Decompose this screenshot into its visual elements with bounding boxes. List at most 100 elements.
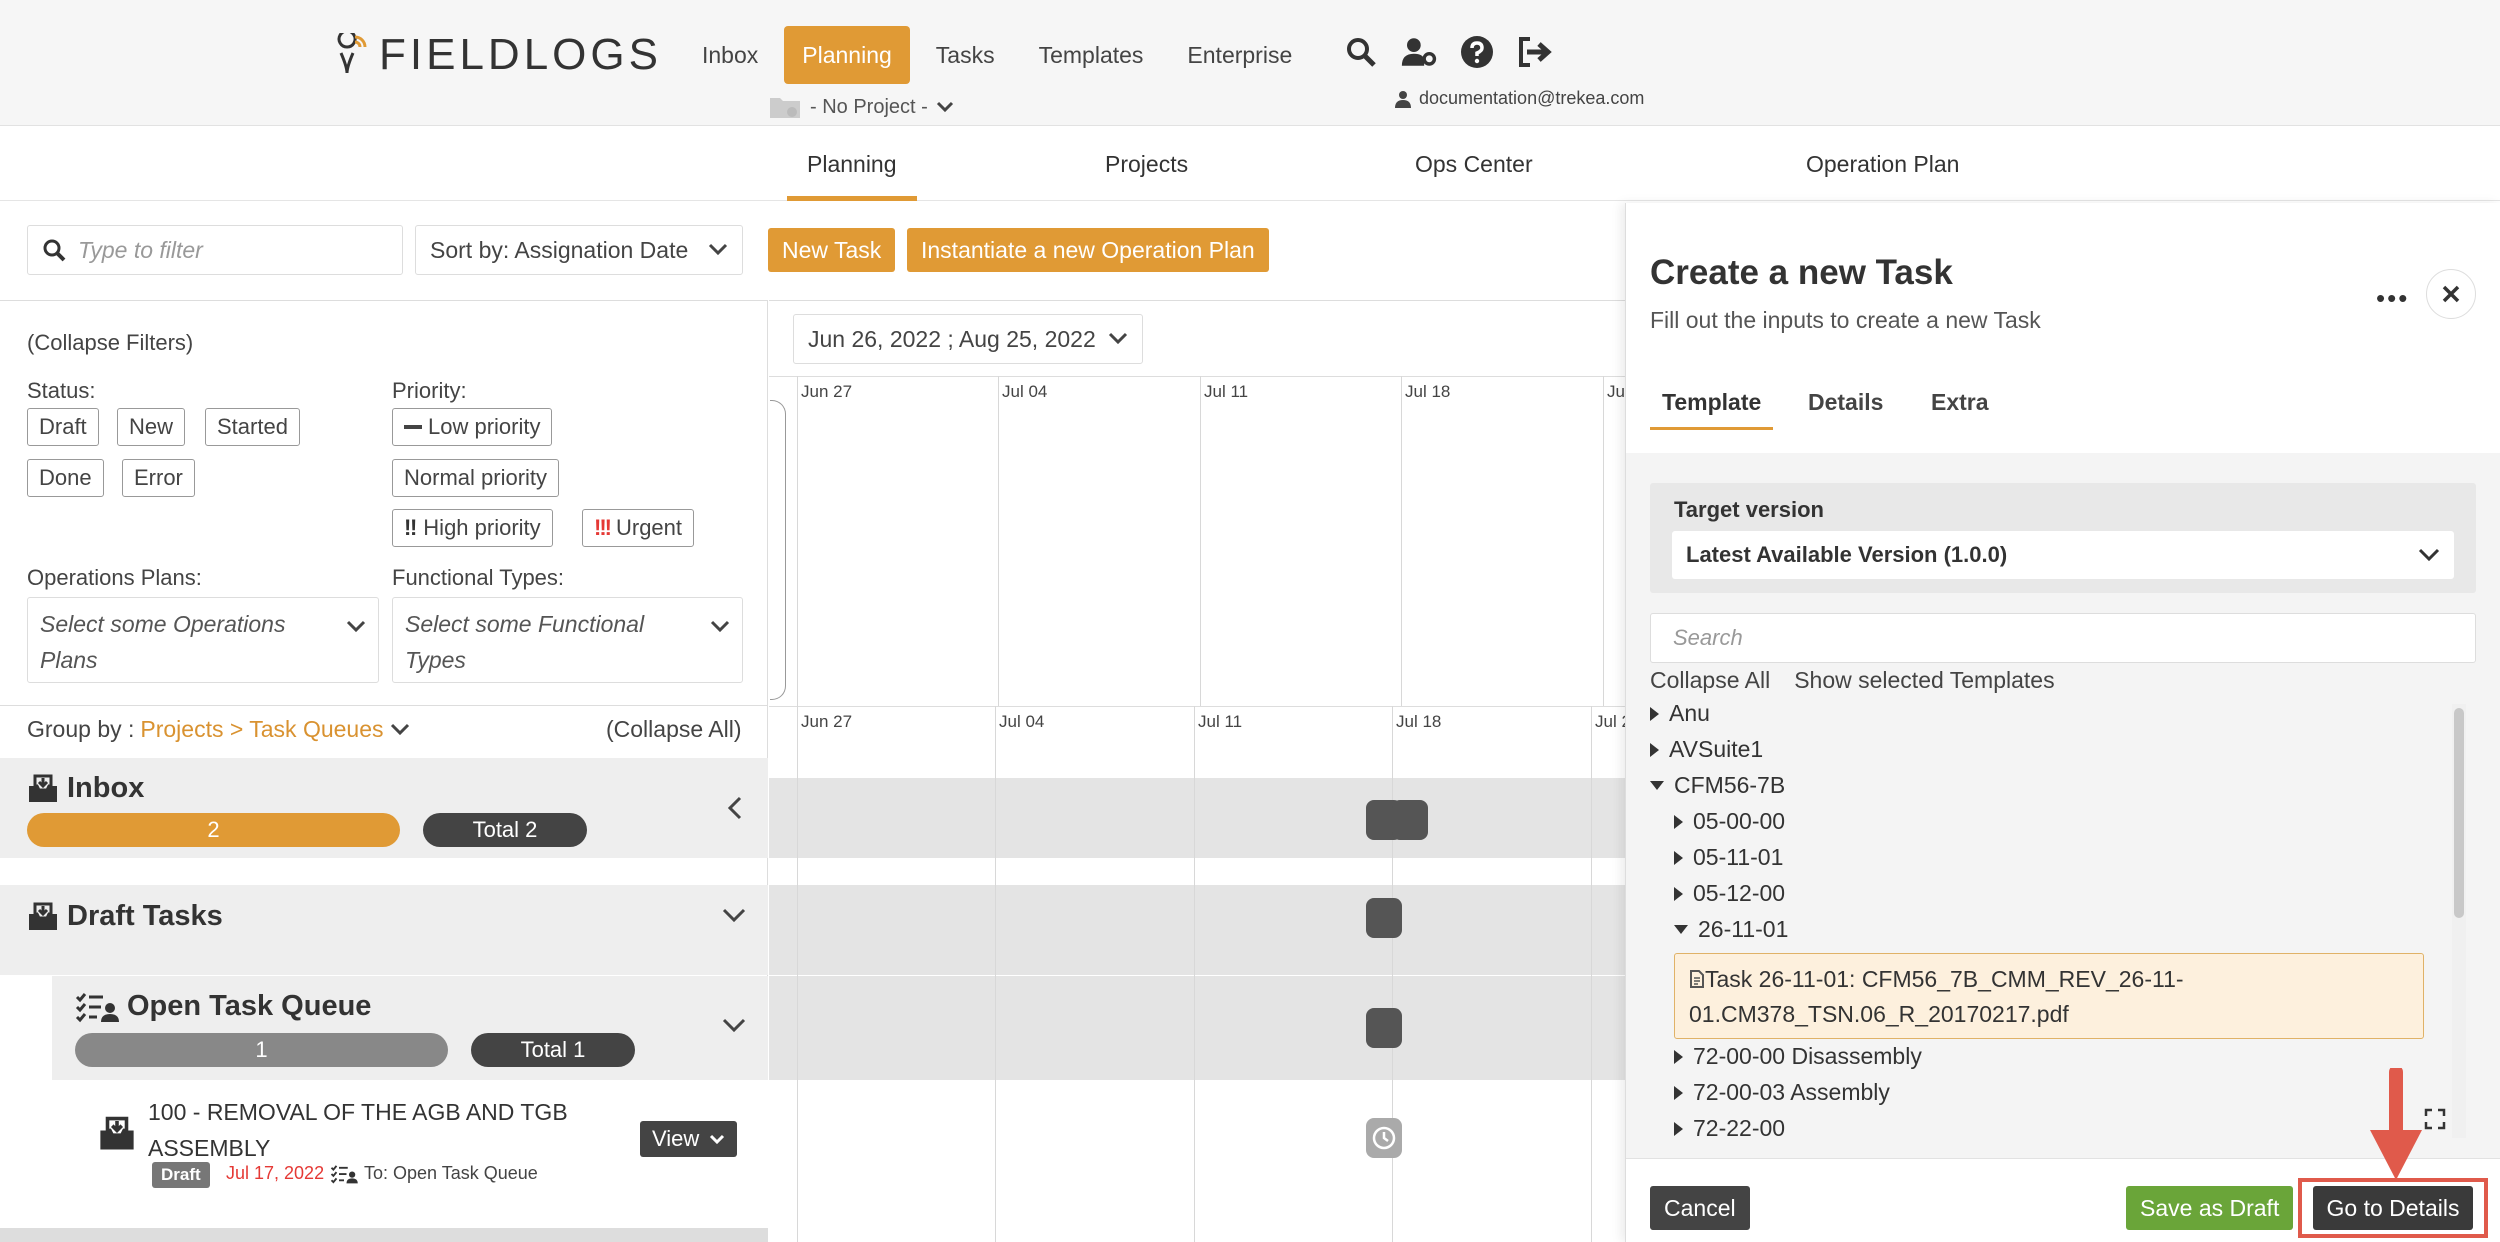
- tab-extra[interactable]: Extra: [1931, 389, 1989, 416]
- tree-node[interactable]: Anu: [1650, 700, 1710, 727]
- chevron-down-icon[interactable]: [722, 1018, 746, 1034]
- inbox-icon: [29, 902, 57, 930]
- save-as-draft-button[interactable]: Save as Draft: [2126, 1186, 2294, 1230]
- chevron-down-icon: [710, 620, 730, 633]
- functional-types-label: Functional Types:: [392, 565, 565, 590]
- date-range-label: Jun 26, 2022 ; Aug 25, 2022: [808, 325, 1096, 352]
- filter-input[interactable]: Type to filter: [27, 225, 403, 275]
- tree-node[interactable]: 72-22-00: [1674, 1115, 1785, 1138]
- more-options-icon[interactable]: •••: [2376, 283, 2409, 314]
- status-chip-error[interactable]: Error: [122, 459, 195, 497]
- top-header: FIELDLOGS Inbox Planning Tasks Templates…: [0, 0, 2500, 126]
- help-icon[interactable]: [1459, 34, 1495, 70]
- priority-chip-low[interactable]: Low priority: [392, 408, 553, 446]
- search-icon[interactable]: [1343, 34, 1379, 70]
- nav-inbox[interactable]: Inbox: [684, 26, 776, 84]
- collapse-handle[interactable]: [770, 400, 786, 700]
- tree-node-label: 05-12-00: [1693, 880, 1786, 906]
- gantt-task-marker[interactable]: [1366, 1008, 1402, 1048]
- expand-icon[interactable]: [2424, 1108, 2446, 1130]
- draft-tasks-label: Draft Tasks: [67, 900, 223, 932]
- next-row-edge: [0, 1228, 768, 1242]
- tree-node[interactable]: CFM56-7B: [1650, 772, 1785, 799]
- collapse-all-templates-link[interactable]: Collapse All: [1650, 667, 1770, 694]
- operations-plans-select[interactable]: Select some Operations Plans: [27, 597, 379, 683]
- user-settings-icon[interactable]: [1401, 34, 1437, 70]
- status-badge: Draft: [152, 1162, 210, 1188]
- status-chip-draft[interactable]: Draft: [27, 408, 99, 446]
- task-date: Jul 17, 2022: [226, 1163, 325, 1183]
- tree-node[interactable]: 26-11-01: [1674, 916, 1788, 943]
- tree-node-label: AVSuite1: [1669, 736, 1764, 762]
- view-button[interactable]: View: [640, 1121, 738, 1157]
- target-version-select[interactable]: Latest Available Version (1.0.0): [1672, 531, 2454, 579]
- chevron-down-icon[interactable]: [722, 908, 746, 924]
- instantiate-operation-plan-button[interactable]: Instantiate a new Operation Plan: [907, 228, 1269, 272]
- caret-right-icon: [1650, 742, 1659, 757]
- tree-node[interactable]: 72-00-03 Assembly: [1674, 1079, 1890, 1106]
- nav-templates[interactable]: Templates: [1021, 26, 1162, 84]
- priority-chip-urgent[interactable]: !!! Urgent: [582, 509, 695, 547]
- selected-template-task[interactable]: Task 26-11-01: CFM56_7B_CMM_REV_26-11- 0…: [1674, 953, 2424, 1039]
- priority-chip-high[interactable]: ‼ High priority: [392, 509, 553, 547]
- tab-details[interactable]: Details: [1808, 389, 1883, 416]
- header-icons: [1343, 34, 1553, 70]
- subnav-operation-plan[interactable]: Operation Plan: [1806, 127, 1959, 201]
- chevron-down-icon[interactable]: [390, 723, 410, 737]
- logout-icon[interactable]: [1517, 34, 1553, 70]
- sort-select[interactable]: Sort by: Assignation Date: [415, 225, 743, 275]
- scrollbar-thumb[interactable]: [2454, 708, 2464, 918]
- tree-node[interactable]: 05-00-00: [1674, 808, 1785, 835]
- tree-node[interactable]: AVSuite1: [1650, 736, 1763, 763]
- gantt-draft-marker[interactable]: [1366, 1118, 1402, 1158]
- task-title[interactable]: 100 - REMOVAL OF THE AGB AND TGB ASSEMBL…: [148, 1094, 608, 1166]
- inbox-queue-title[interactable]: Inbox: [27, 772, 144, 805]
- nav-tasks[interactable]: Tasks: [918, 26, 1013, 84]
- target-version-panel: Target version Latest Available Version …: [1650, 483, 2476, 593]
- date-range-select[interactable]: Jun 26, 2022 ; Aug 25, 2022: [793, 314, 1143, 364]
- nav-planning[interactable]: Planning: [784, 26, 910, 84]
- sort-label: Sort by: Assignation Date: [430, 236, 689, 263]
- tree-node-label: 72-00-03 Assembly: [1693, 1079, 1890, 1105]
- caret-down-icon: [1674, 925, 1688, 934]
- gantt-task-marker[interactable]: [1392, 800, 1428, 840]
- functional-types-select[interactable]: Select some Functional Types: [392, 597, 743, 683]
- status-chip-started[interactable]: Started: [205, 408, 300, 446]
- tree-node[interactable]: 05-12-00: [1674, 880, 1785, 907]
- collapse-all-link[interactable]: (Collapse All): [606, 716, 742, 743]
- close-button[interactable]: [2426, 269, 2476, 319]
- open-task-queue-title[interactable]: Open Task Queue: [75, 990, 371, 1023]
- task-title-line2: ASSEMBLY: [148, 1135, 271, 1161]
- chevron-down-icon: [2418, 548, 2440, 562]
- group-by-value[interactable]: Projects > Task Queues: [140, 716, 383, 743]
- subnav-ops-center[interactable]: Ops Center: [1415, 127, 1533, 201]
- divider: [0, 705, 768, 706]
- gantt-task-marker[interactable]: [1366, 898, 1402, 938]
- new-task-button[interactable]: New Task: [768, 228, 896, 272]
- tree-node[interactable]: 05-11-01: [1674, 844, 1783, 871]
- tree-scrollbar[interactable]: [2452, 704, 2466, 1138]
- subnav-planning[interactable]: Planning: [787, 127, 916, 201]
- template-search-input[interactable]: Search: [1650, 613, 2476, 663]
- project-selector[interactable]: - No Project -: [768, 94, 954, 120]
- cancel-button[interactable]: Cancel: [1650, 1186, 1750, 1230]
- status-chip-new[interactable]: New: [117, 408, 186, 446]
- gridline: [1591, 706, 1592, 1242]
- show-selected-templates-link[interactable]: Show selected Templates: [1794, 667, 2054, 694]
- go-to-details-button[interactable]: Go to Details: [2312, 1186, 2474, 1230]
- collapse-filters-link[interactable]: (Collapse Filters): [27, 330, 193, 356]
- status-chip-done[interactable]: Done: [27, 459, 104, 497]
- app-logo[interactable]: FIELDLOGS: [335, 30, 662, 80]
- priority-chip-normal[interactable]: Normal priority: [392, 459, 560, 497]
- gantt-chart: [769, 300, 1625, 1242]
- chevron-down-icon: [1108, 332, 1128, 345]
- chevron-down-icon: [346, 620, 366, 633]
- location-pin-icon: [337, 33, 367, 74]
- chevron-left-icon[interactable]: [726, 796, 744, 820]
- tab-template[interactable]: Template: [1649, 389, 1774, 430]
- nav-enterprise[interactable]: Enterprise: [1169, 26, 1310, 84]
- user-email[interactable]: documentation@trekea.com: [1395, 88, 1644, 109]
- tree-node[interactable]: 72-00-00 Disassembly: [1674, 1043, 1922, 1070]
- subnav-projects[interactable]: Projects: [1105, 127, 1188, 201]
- draft-tasks-title[interactable]: Draft Tasks: [27, 900, 223, 933]
